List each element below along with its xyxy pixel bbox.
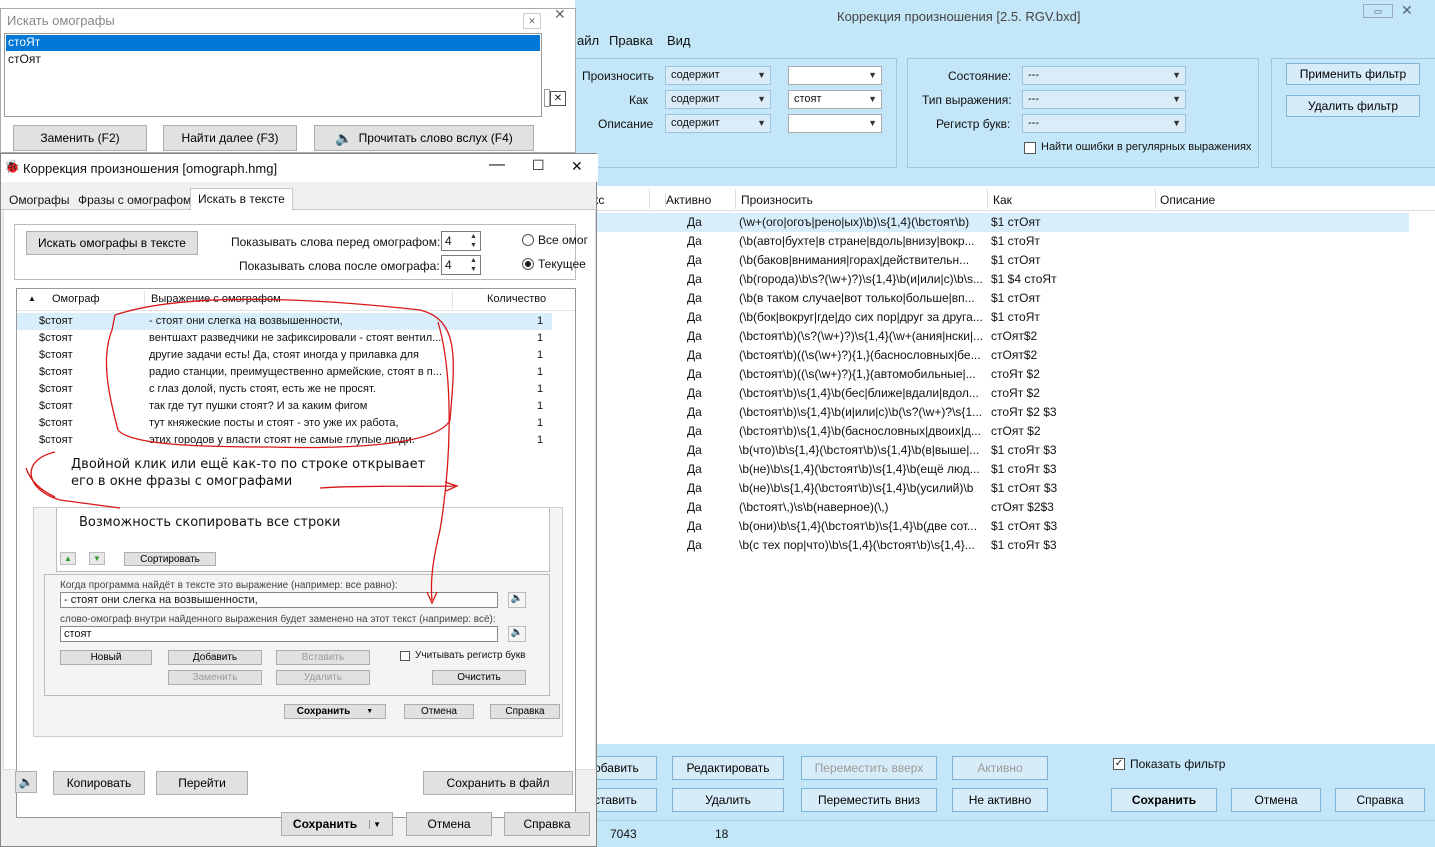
red-annotation-lines <box>25 298 459 605</box>
